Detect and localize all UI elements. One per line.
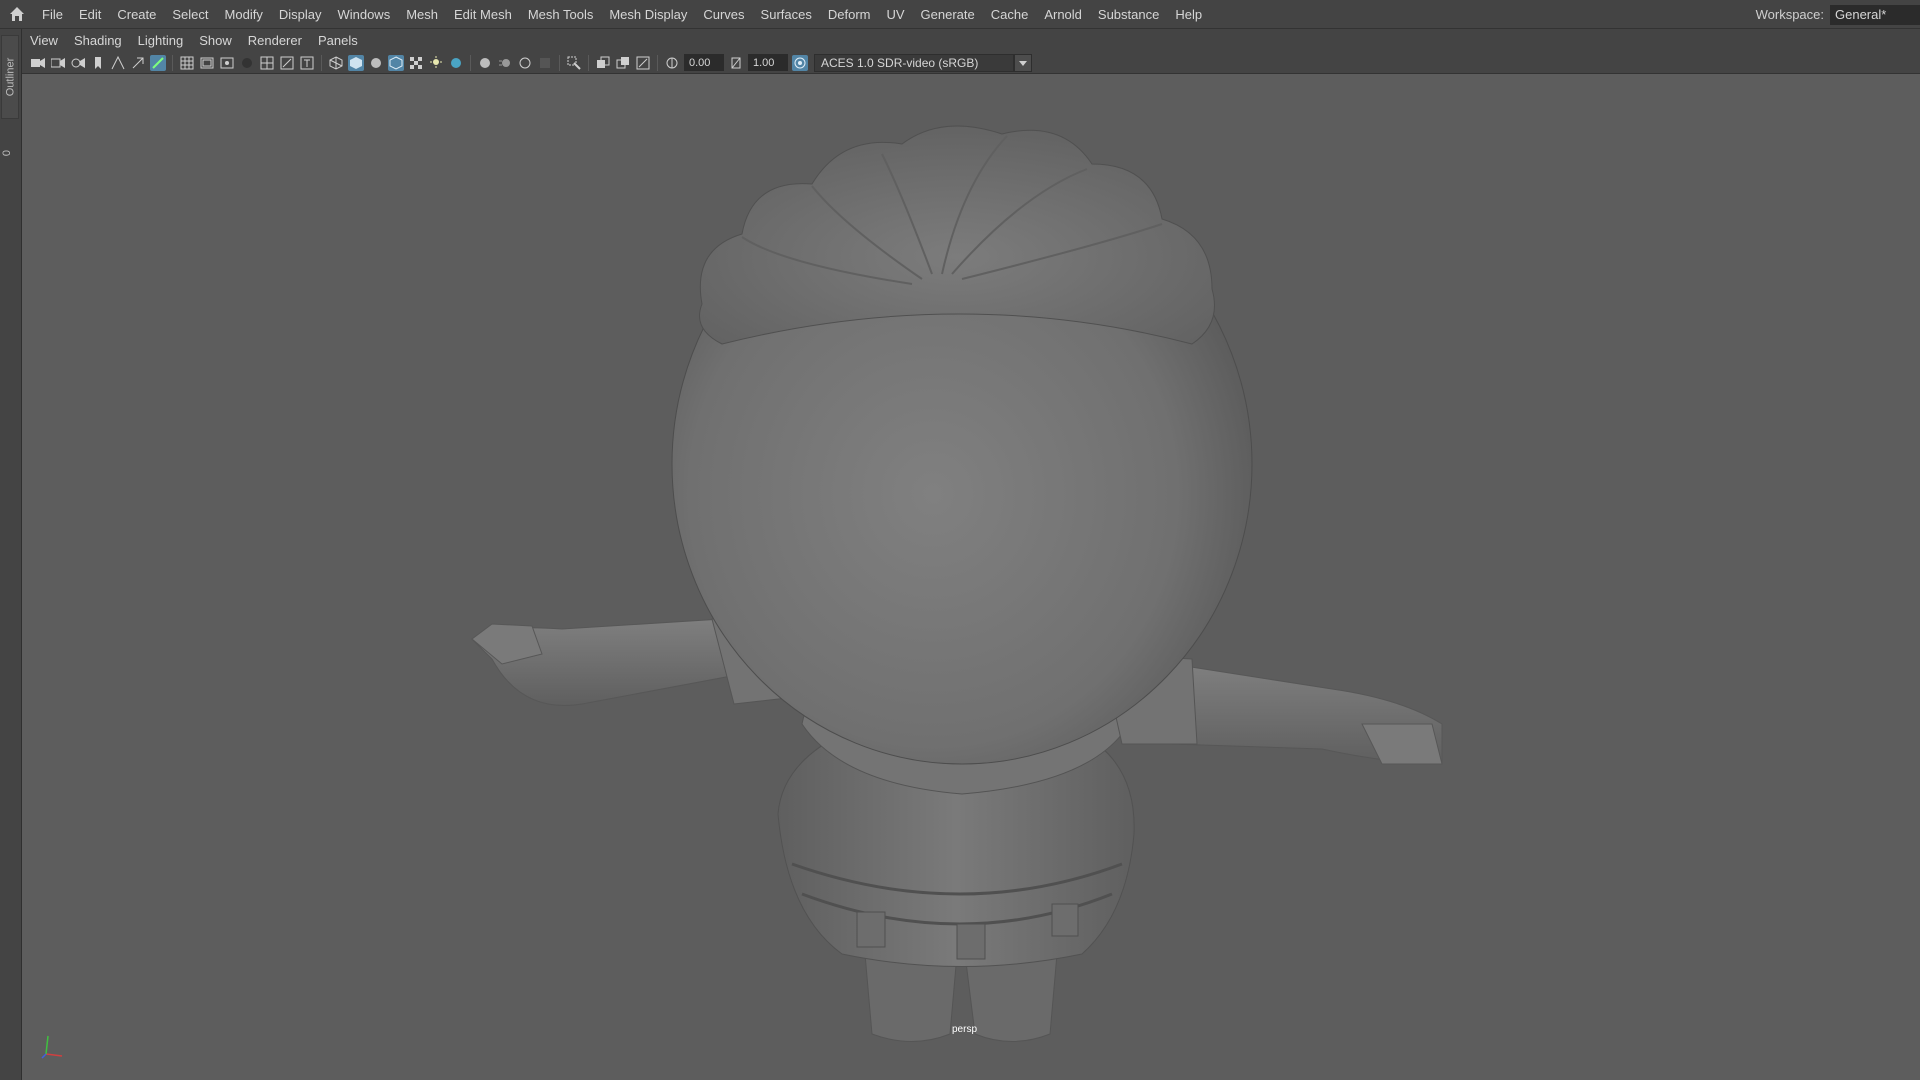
anti-aliasing-icon[interactable] [517, 55, 533, 71]
left-strip-count: 0 [1, 149, 14, 157]
gamma-field[interactable]: 1.00 [748, 54, 788, 71]
panel-menu-lighting[interactable]: Lighting [130, 29, 192, 52]
field-chart-icon[interactable] [259, 55, 275, 71]
color-management-icon[interactable] [792, 54, 808, 71]
resolution-gate-icon[interactable] [219, 55, 235, 71]
toolbar-separator [657, 54, 658, 71]
xray-components-icon[interactable] [635, 55, 651, 71]
toolbar-separator [559, 54, 560, 71]
menu-modify[interactable]: Modify [217, 0, 271, 29]
menu-generate[interactable]: Generate [913, 0, 983, 29]
workspace-label: Workspace: [1755, 7, 1824, 22]
menu-file[interactable]: File [34, 0, 71, 29]
safe-action-icon[interactable] [279, 55, 295, 71]
menu-mesh[interactable]: Mesh [398, 0, 446, 29]
menu-arnold[interactable]: Arnold [1036, 0, 1090, 29]
panel-menu-show[interactable]: Show [191, 29, 240, 52]
menu-uv[interactable]: UV [878, 0, 912, 29]
menu-mesh-display[interactable]: Mesh Display [601, 0, 695, 29]
motion-blur-icon[interactable] [497, 55, 513, 71]
bookmark-flag-icon[interactable] [90, 55, 106, 71]
menu-items: File Edit Create Select Modify Display W… [34, 0, 1210, 29]
ambient-occlusion-icon[interactable] [477, 55, 493, 71]
isolate-select-icon[interactable] [566, 55, 582, 71]
safe-title-icon[interactable] [299, 55, 315, 71]
grid-icon[interactable] [179, 55, 195, 71]
menu-cache[interactable]: Cache [983, 0, 1037, 29]
lights-icon[interactable] [428, 55, 444, 71]
chevron-down-icon[interactable] [1014, 53, 1032, 72]
workspace-select[interactable]: General* [1830, 4, 1920, 25]
select-camera-icon[interactable] [30, 55, 46, 71]
default-material-icon[interactable] [368, 55, 384, 71]
film-gate-icon[interactable] [199, 55, 215, 71]
panel-menu-panels[interactable]: Panels [310, 29, 366, 52]
panel-menu-shading[interactable]: Shading [66, 29, 130, 52]
menu-surfaces[interactable]: Surfaces [753, 0, 820, 29]
menu-display[interactable]: Display [271, 0, 330, 29]
character-model [471, 125, 1443, 1042]
menu-select[interactable]: Select [164, 0, 216, 29]
left-strip: Outliner 0 [0, 29, 22, 1080]
menu-create[interactable]: Create [109, 0, 164, 29]
textured-icon[interactable] [408, 55, 424, 71]
exposure-field[interactable]: 0.00 [684, 54, 724, 71]
main-menubar: File Edit Create Select Modify Display W… [0, 0, 1920, 29]
menu-substance[interactable]: Substance [1090, 0, 1167, 29]
left-leg [864, 953, 958, 1042]
smooth-shade-icon[interactable] [348, 54, 364, 71]
menu-help[interactable]: Help [1167, 0, 1210, 29]
gate-mask-icon[interactable] [239, 55, 255, 71]
view-transform-select[interactable]: ACES 1.0 SDR-video (sRGB) [814, 53, 1014, 72]
toolbar-separator [172, 54, 173, 71]
2d-pan-zoom-icon[interactable] [150, 54, 166, 71]
outliner-tab-label: Outliner [4, 57, 16, 97]
toolbar-separator [321, 54, 322, 71]
shadows-icon[interactable] [448, 55, 464, 71]
viewport-toolbar: 0.00 1.00 ACES 1.0 SDR-video (sRGB) [22, 52, 1920, 74]
panel-menu-renderer[interactable]: Renderer [240, 29, 310, 52]
axis-gizmo [40, 1032, 70, 1065]
viewport-3d[interactable]: persp [22, 74, 1920, 1080]
toolbar-separator [588, 54, 589, 71]
bookmark-icon[interactable] [70, 55, 86, 71]
gamma-icon[interactable] [728, 55, 744, 71]
workspace-area: Workspace: General* [1756, 0, 1920, 29]
panel-menu-view[interactable]: View [22, 29, 66, 52]
camera-label: persp [952, 1024, 978, 1035]
grease-pencil-icon[interactable] [130, 55, 146, 71]
wireframe-icon[interactable] [328, 55, 344, 71]
menu-edit-mesh[interactable]: Edit Mesh [446, 0, 520, 29]
hair-bun [699, 125, 1215, 345]
menu-edit[interactable]: Edit [71, 0, 109, 29]
right-leg [964, 953, 1058, 1042]
home-icon[interactable] [8, 5, 26, 23]
menu-curves[interactable]: Curves [695, 0, 752, 29]
menu-mesh-tools[interactable]: Mesh Tools [520, 0, 602, 29]
wireframe-on-shaded-icon[interactable] [388, 54, 404, 71]
menu-deform[interactable]: Deform [820, 0, 879, 29]
xray-joints-icon[interactable] [615, 55, 631, 71]
exposure-icon[interactable] [664, 55, 680, 71]
image-plane-icon[interactable] [110, 55, 126, 71]
toolbar-separator [470, 54, 471, 71]
panel-menu: View Shading Lighting Show Renderer Pane… [22, 29, 1920, 52]
menu-windows[interactable]: Windows [329, 0, 398, 29]
outliner-tab[interactable]: Outliner [1, 35, 19, 119]
camera-attributes-icon[interactable] [50, 55, 66, 71]
xray-icon[interactable] [595, 55, 611, 71]
depth-of-field-icon[interactable] [537, 55, 553, 71]
